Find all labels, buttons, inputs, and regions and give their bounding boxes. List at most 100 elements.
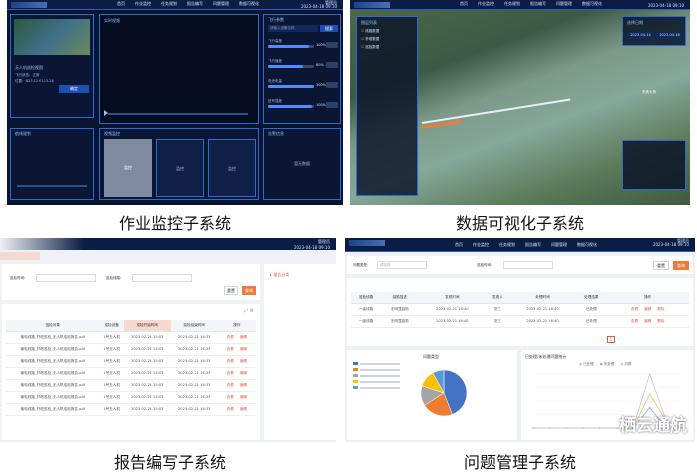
nav-item[interactable]: 报告编写 [187, 1, 203, 7]
report-screenshot: 管理员 2023-04-18 09:10 巡检时间： 巡检线路： 重置 查询 ▸… [0, 238, 336, 442]
table-row[interactable]: 输电线路_杆塔巡检_无人机巡检报告.pdf 1号无人机 2023-02-21 15:… [6, 403, 256, 416]
route-slider[interactable] [17, 185, 87, 187]
search-input[interactable]: 请输入设备名称 [268, 25, 318, 32]
sidebar-item[interactable]: ▸ 报告分类 [270, 272, 289, 278]
action-link[interactable]: 查看 [631, 319, 638, 323]
settings-icon[interactable]: ⚙ [250, 308, 254, 314]
page-number[interactable]: 1 [606, 336, 616, 343]
table-row[interactable]: 一级线路 无明显缺陷 2023-02-21 16:40 张三 2023-02-21 16… [351, 303, 689, 316]
filter-time-input[interactable] [503, 261, 553, 269]
legend-swatch [353, 386, 358, 389]
table-cell: 输电线路_杆塔巡检_无人机巡检报告.pdf [6, 391, 100, 404]
filter-type-input[interactable]: 请选择 [377, 261, 427, 269]
action-link[interactable]: 编辑 [240, 371, 247, 375]
monitoring-nav: 首页 作业监控 任务规划 报告编写 问题管理 数据可视化 [117, 1, 259, 7]
action-link[interactable]: 编辑 [240, 347, 247, 351]
map-thumbnail[interactable] [14, 19, 90, 55]
query-button[interactable]: 查询 [673, 261, 689, 270]
param-button[interactable] [326, 42, 338, 48]
table-row[interactable]: 输电线路_杆塔巡检_无人机巡检报告.pdf 1号无人机 2023-02-21 15:… [6, 391, 256, 404]
table-row[interactable]: 输电线路_杆塔巡检_无人机巡检报告.pdf 1号无人机 2023-02-21 15:… [6, 343, 256, 356]
nav-item[interactable]: 任务规划 [161, 1, 177, 7]
visualization-datetime: 2023-04-18 09:10 [647, 3, 684, 8]
action-link[interactable]: 查看 [227, 347, 234, 351]
action-link[interactable]: 编辑 [240, 407, 247, 411]
table-cell: 2023-02-21 16:40 [418, 303, 487, 316]
report-tab[interactable] [0, 252, 40, 260]
action-link[interactable]: 编辑 [644, 307, 651, 311]
action-link[interactable]: 编辑 [240, 359, 247, 363]
param-label: 飞行速度 [268, 59, 282, 63]
table-row[interactable]: 输电线路_杆塔巡检_无人机巡检报告.pdf 1号无人机 2023-02-21 15:… [6, 379, 256, 392]
layer-tree-item[interactable]: ☑ 巡检数据 [361, 45, 379, 50]
nav-item[interactable]: 任务规划 [499, 242, 515, 248]
table-cell: 输电线路_杆塔巡检_无人机巡检报告.pdf [6, 379, 100, 392]
param-button[interactable] [326, 62, 338, 68]
video-controls[interactable] [108, 113, 248, 115]
action-link[interactable]: 查看 [227, 383, 234, 387]
filter-line-input[interactable] [132, 274, 192, 282]
legend-text-line [360, 363, 400, 365]
date-from[interactable]: 2023-04-14 [627, 32, 654, 39]
param-bar-fill [268, 85, 314, 88]
nav-item[interactable]: 任务规划 [504, 1, 520, 7]
param-value: 100% [316, 103, 327, 107]
nav-item[interactable]: 作业监控 [478, 1, 494, 7]
camera-tile[interactable]: 监控 [208, 139, 256, 197]
nav-item[interactable]: 数据可视化 [239, 1, 259, 7]
table-cell: 1号无人机 [99, 343, 124, 356]
visualization-screenshot: 首页 作业监控 任务规划 报告编写 问题管理 数据可视化 2023-04-18 09:10… [350, 0, 690, 205]
next-page-icon[interactable]: › [618, 336, 620, 343]
layer-tree-item[interactable]: ☑ 杆塔数据 [361, 37, 379, 42]
action-link[interactable]: 查看 [227, 395, 234, 399]
table-row[interactable]: 输电线路_杆塔巡检_无人机巡检报告.pdf 1号无人机 2023-02-21 15:… [6, 331, 256, 344]
action-link[interactable]: 查看 [227, 407, 234, 411]
action-link[interactable]: 编辑 [240, 395, 247, 399]
action-link[interactable]: 删除 [657, 307, 664, 311]
date-to[interactable]: 2023-04-18 [656, 32, 683, 39]
param-button[interactable] [326, 102, 338, 108]
camera-tile[interactable]: 监控 [104, 139, 152, 197]
action-link[interactable]: 查看 [227, 359, 234, 363]
column-header: 巡检线路 [351, 292, 382, 304]
nav-item[interactable]: 首页 [460, 1, 468, 7]
nav-item[interactable]: 数据可视化 [577, 242, 597, 248]
reset-button[interactable]: 重置 [653, 261, 669, 270]
nav-item[interactable]: 首页 [455, 242, 463, 248]
nav-item[interactable]: 作业监控 [135, 1, 151, 7]
action-link[interactable]: 删除 [657, 319, 664, 323]
confirm-button[interactable]: 确定 [59, 85, 89, 93]
action-link[interactable]: 查看 [227, 335, 234, 339]
visualization-logo [354, 2, 390, 8]
filter-time-input[interactable] [36, 274, 96, 282]
action-link[interactable]: 编辑 [240, 335, 247, 339]
expand-icon[interactable]: ⤢ [244, 308, 248, 314]
nav-item[interactable]: 问题管理 [551, 242, 567, 248]
table-toolbar: ⤢ ⚙ [244, 308, 254, 314]
action-link[interactable]: 编辑 [644, 319, 651, 323]
prev-page-icon[interactable]: ‹ [602, 336, 604, 343]
nav-item[interactable]: 作业监控 [473, 242, 489, 248]
nav-item[interactable]: 问题管理 [556, 1, 572, 7]
nav-item[interactable]: 问题管理 [213, 1, 229, 7]
table-row[interactable]: 输电线路_杆塔巡检_无人机巡检报告.pdf 1号无人机 2023-02-21 15:… [6, 367, 256, 380]
table-cell: 一级线路 [351, 303, 382, 316]
table-row[interactable]: 一级线路 无明显缺陷 2023-02-21 16:40 张三 2023-02-21 16… [351, 315, 689, 328]
map-panel: 无人机巡检视图 飞行状态：正常 位置：N23.12 E113.28 确定 [10, 14, 94, 118]
action-link[interactable]: 查看 [227, 371, 234, 375]
play-icon[interactable] [104, 110, 108, 116]
reset-button[interactable]: 重置 [224, 286, 238, 295]
table-cell: 输电线路_杆塔巡检_无人机巡检报告.pdf [6, 403, 100, 416]
action-link[interactable]: 编辑 [240, 383, 247, 387]
nav-item[interactable]: 数据可视化 [582, 1, 602, 7]
camera-tile[interactable]: 监控 [156, 139, 204, 197]
action-link[interactable]: 查看 [631, 307, 638, 311]
param-button[interactable] [326, 82, 338, 88]
search-button[interactable]: 搜索 [320, 25, 338, 32]
query-button[interactable]: 查询 [242, 286, 256, 295]
nav-item[interactable]: 报告编写 [525, 242, 541, 248]
table-row[interactable]: 输电线路_杆塔巡检_无人机巡检报告.pdf 1号无人机 2023-02-21 15:… [6, 355, 256, 368]
nav-item[interactable]: 报告编写 [530, 1, 546, 7]
layer-tree-item[interactable]: ☑ 线路数据 [361, 29, 379, 34]
nav-item[interactable]: 首页 [117, 1, 125, 7]
